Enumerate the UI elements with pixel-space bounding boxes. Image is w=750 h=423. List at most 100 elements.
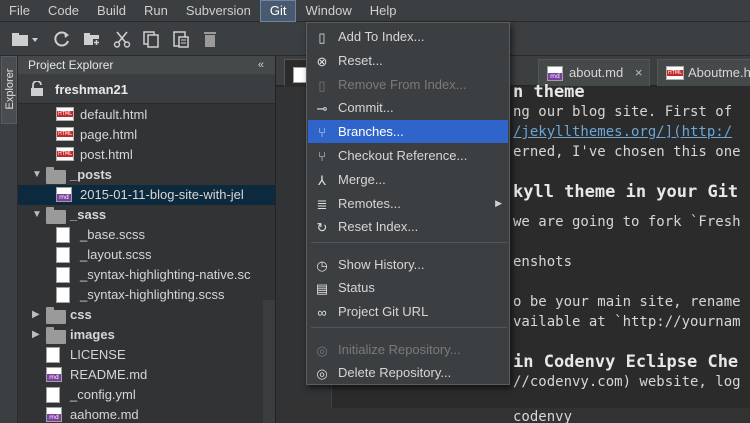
html-file-icon xyxy=(666,66,684,80)
git-menu-item-label: Project Git URL xyxy=(338,304,429,319)
tree-row[interactable]: README.md xyxy=(18,365,275,385)
git-menu-item-reset[interactable]: ⊗ Reset... xyxy=(308,49,508,72)
link-icon: ∞ xyxy=(317,304,327,320)
html-file-icon xyxy=(56,127,74,141)
git-menu-item-branches[interactable]: ⑂ Branches... xyxy=(308,120,508,143)
refresh-icon[interactable] xyxy=(52,29,72,49)
menu-window[interactable]: Window xyxy=(296,0,360,22)
chevron-right-icon[interactable]: ▶ xyxy=(32,305,40,325)
tree-row[interactable]: ▶ images xyxy=(18,325,275,345)
git-menu-item-link[interactable]: ∞ Project Git URL xyxy=(308,300,508,323)
git-menu-item-checkout-reference[interactable]: ⑂ Checkout Reference... xyxy=(308,144,508,167)
git-menu-item-merge[interactable]: ⅄ Merge... xyxy=(308,168,508,191)
cut-icon[interactable] xyxy=(112,29,132,49)
new-folder-icon[interactable] xyxy=(82,29,102,49)
menu-run[interactable]: Run xyxy=(135,0,177,22)
tree-row-label: css xyxy=(70,307,92,322)
menu-code[interactable]: Code xyxy=(39,0,88,22)
file-icon xyxy=(46,387,60,403)
tree-row[interactable]: _layout.scss xyxy=(18,245,275,265)
tree-row-label: _sass xyxy=(70,207,107,222)
tree-row[interactable]: ▼ _sass xyxy=(18,205,275,225)
folder-icon xyxy=(46,327,66,344)
branches-icon: ⑂ xyxy=(318,124,326,140)
initialize-repository-icon: ◎ xyxy=(316,342,328,358)
tree-row[interactable]: post.html xyxy=(18,145,275,165)
md-file-icon xyxy=(46,407,62,422)
tree-row-label: _config.yml xyxy=(70,387,136,402)
new-project-icon[interactable] xyxy=(10,29,40,49)
explorer-rail-label: Explorer xyxy=(4,68,16,110)
paste-icon[interactable] xyxy=(171,29,191,49)
code-text: erned, I've chosen this one xyxy=(513,144,741,160)
tree-row-label: _base.scss xyxy=(80,227,146,242)
code-text: vailable at `http://yournam xyxy=(513,314,741,330)
side-rail: Explorer xyxy=(0,56,18,423)
collapse-panel-icon[interactable]: « xyxy=(258,56,264,74)
git-menu-item-add-to-index[interactable]: ▯ Add To Index... xyxy=(308,25,508,48)
copy-icon[interactable] xyxy=(141,29,161,49)
html-file-icon xyxy=(56,147,74,161)
project-row[interactable]: freshman21 xyxy=(18,74,275,104)
delete-icon[interactable] xyxy=(200,29,220,49)
menu-file[interactable]: File xyxy=(0,0,39,22)
git-menu-item-commit[interactable]: ⊸ Commit... xyxy=(308,96,508,119)
unlocked-icon xyxy=(31,81,43,96)
tree-row-label: post.html xyxy=(80,147,133,162)
tree-row[interactable]: _config.yml xyxy=(18,385,275,405)
code-text: /jekyllthemes.org/](http:/ xyxy=(513,124,733,140)
code-line: codenvy xyxy=(276,408,750,423)
tree-row[interactable]: _base.scss xyxy=(18,225,275,245)
git-menu-item-status[interactable]: ▤ Status xyxy=(308,276,508,299)
git-menu-item-label: Show History... xyxy=(338,257,425,272)
chevron-down-icon[interactable]: ▼ xyxy=(32,205,42,225)
tree-row[interactable]: LICENSE xyxy=(18,345,275,365)
tree-row[interactable]: aahome.md xyxy=(18,405,275,423)
git-menu-item-label: Commit... xyxy=(338,100,394,115)
code-text: we are going to fork `Fresh xyxy=(513,214,741,230)
commit-icon: ⊸ xyxy=(316,100,328,116)
close-tab-icon[interactable]: × xyxy=(635,65,643,80)
html-file-icon xyxy=(56,107,74,121)
tree-row[interactable]: 2015-01-11-blog-site-with-jel xyxy=(18,185,275,205)
tree-row[interactable]: ▼ _posts xyxy=(18,165,275,185)
chevron-down-icon[interactable]: ▼ xyxy=(32,165,42,185)
code-text: ng our blog site. First of xyxy=(513,104,733,120)
git-menu-item-label: Merge... xyxy=(338,172,386,187)
explorer-rail-tab[interactable]: Explorer xyxy=(1,56,17,124)
git-menu-item-show-history[interactable]: ◷ Show History... xyxy=(308,253,508,276)
git-menu-item-label: Branches... xyxy=(338,124,404,139)
tree-row[interactable]: ▶ css xyxy=(18,305,275,325)
git-menu-item-remotes[interactable]: ≣ Remotes... ▶ xyxy=(308,192,508,215)
chevron-right-icon[interactable]: ▶ xyxy=(32,325,40,345)
file-icon xyxy=(293,67,307,83)
project-name: freshman21 xyxy=(55,82,128,97)
remotes-icon: ≣ xyxy=(316,196,328,212)
editor-tab-aboutme-html[interactable]: Aboutme.ht xyxy=(657,59,750,86)
git-menu-item-label: Remotes... xyxy=(338,196,401,211)
remove-from-index-icon: ▯ xyxy=(318,77,326,93)
git-menu-item-label: Checkout Reference... xyxy=(338,148,468,163)
code-text: kyll theme in your Git xyxy=(513,182,739,202)
tree-row[interactable]: page.html xyxy=(18,125,275,145)
menu-separator xyxy=(311,327,507,328)
git-menu-item-delete-repository[interactable]: ◎ Delete Repository... xyxy=(308,361,508,384)
code-text: n theme xyxy=(513,82,585,102)
delete-repository-icon: ◎ xyxy=(316,365,328,381)
menu-subversion[interactable]: Subversion xyxy=(177,0,260,22)
menu-build[interactable]: Build xyxy=(88,0,135,22)
reset-index-icon: ↻ xyxy=(316,219,328,235)
explorer-scrollbar[interactable] xyxy=(263,300,275,423)
tree-row[interactable]: default.html xyxy=(18,105,275,125)
git-menu-item-reset-index[interactable]: ↻ Reset Index... xyxy=(308,215,508,238)
tree-row-label: README.md xyxy=(70,367,148,382)
menu-help[interactable]: Help xyxy=(361,0,406,22)
tree-row-label: _syntax-highlighting-native.sc xyxy=(80,267,251,282)
md-file-icon xyxy=(46,367,62,382)
menu-git[interactable]: Git xyxy=(259,0,297,22)
code-text: codenvy xyxy=(513,409,573,423)
tree-row-label: _layout.scss xyxy=(80,247,152,262)
tree-row[interactable]: _syntax-highlighting-native.sc xyxy=(18,265,275,285)
code-text: enshots xyxy=(513,254,573,270)
tree-row[interactable]: _syntax-highlighting.scss xyxy=(18,285,275,305)
